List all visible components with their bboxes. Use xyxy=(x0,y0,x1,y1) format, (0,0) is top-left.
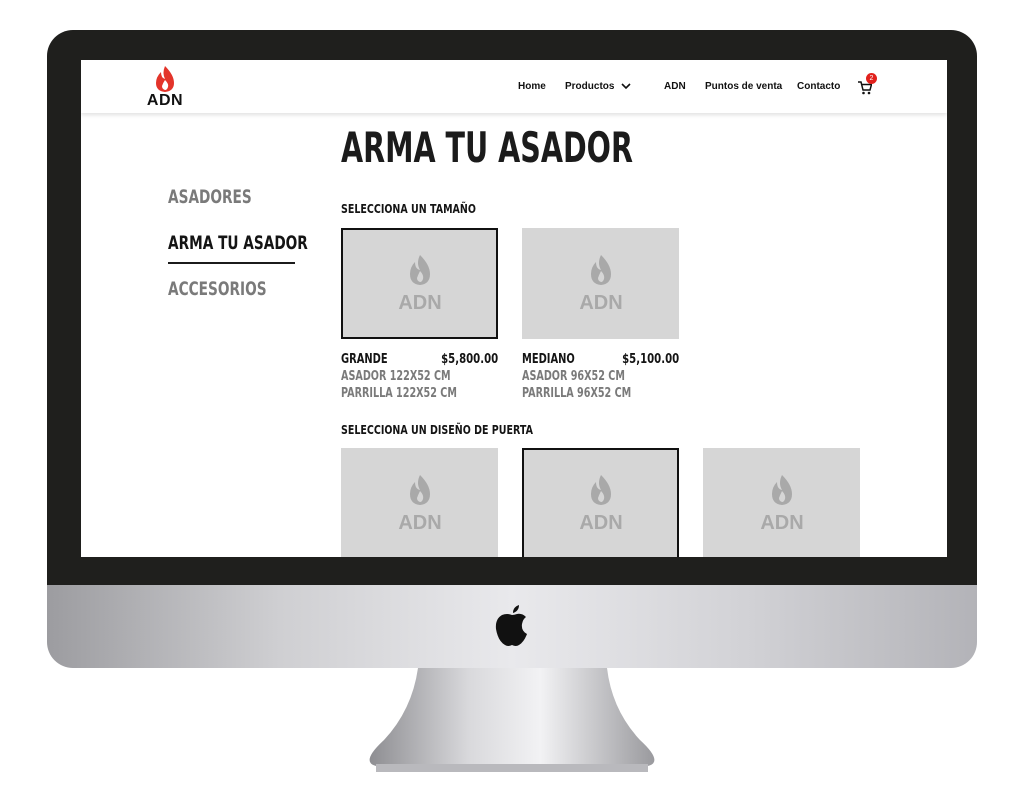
size-desc-grande-asador: ASADOR 122X52 CM xyxy=(341,369,451,384)
cart-button[interactable]: 2 xyxy=(857,73,881,98)
size-section-heading: SELECCIONA UN TAMAÑO xyxy=(341,201,476,216)
sidebar-item-accesorios[interactable]: ACCESORIOS xyxy=(168,278,267,300)
door-option-3[interactable]: ADN xyxy=(703,448,860,557)
apple-logo-icon xyxy=(495,605,527,646)
brand-logo[interactable]: ADN xyxy=(143,64,187,110)
adn-placeholder-icon: ADN xyxy=(579,474,622,534)
door-option-1[interactable]: ADN xyxy=(341,448,498,557)
nav-adn[interactable]: ADN xyxy=(664,81,686,92)
cart-count-badge: 2 xyxy=(866,73,877,84)
sidebar-item-arma-tu-asador[interactable]: ARMA TU ASADOR xyxy=(168,232,308,254)
size-desc-mediano-parrilla: PARRILLA 96X52 CM xyxy=(522,386,632,401)
browser-viewport: ADN Home Productos ADN Puntos de venta C… xyxy=(81,60,947,557)
size-option-mediano[interactable]: ADN xyxy=(522,228,679,339)
monitor-chin xyxy=(47,585,977,668)
size-desc-mediano-asador: ASADOR 96X52 CM xyxy=(522,369,625,384)
adn-placeholder-icon: ADN xyxy=(398,474,441,534)
chevron-down-icon[interactable] xyxy=(621,83,631,91)
size-name-mediano: MEDIANO xyxy=(522,352,575,367)
adn-placeholder-icon: ADN xyxy=(398,254,441,314)
brand-name: ADN xyxy=(146,92,184,109)
active-underline xyxy=(168,262,295,264)
door-section-heading: SELECCIONA UN DISEÑO DE PUERTA xyxy=(341,422,533,437)
nav-productos[interactable]: Productos xyxy=(565,81,614,92)
size-price-grande: $5,800.00 xyxy=(440,352,498,367)
nav-puntos-de-venta[interactable]: Puntos de venta xyxy=(705,81,782,92)
size-option-grande[interactable]: ADN xyxy=(341,228,498,339)
size-price-mediano: $5,100.00 xyxy=(621,352,679,367)
size-desc-grande-parrilla: PARRILLA 122X52 CM xyxy=(341,386,457,401)
svg-text:ADN: ADN xyxy=(398,292,441,314)
size-name-grande: GRANDE xyxy=(341,352,388,367)
svg-text:ADN: ADN xyxy=(579,512,622,534)
adn-placeholder-icon: ADN xyxy=(760,474,803,534)
adn-placeholder-icon: ADN xyxy=(579,254,622,314)
flame-logo-icon xyxy=(156,66,174,92)
nav-contacto[interactable]: Contacto xyxy=(797,81,840,92)
page-title: ARMA TU ASADOR xyxy=(341,123,633,172)
svg-text:ADN: ADN xyxy=(398,512,441,534)
sidebar-item-asadores[interactable]: ASADORES xyxy=(168,186,252,208)
door-option-2[interactable]: ADN xyxy=(522,448,679,557)
svg-text:ADN: ADN xyxy=(579,292,622,314)
nav-home[interactable]: Home xyxy=(518,81,546,92)
top-navbar: ADN Home Productos ADN Puntos de venta C… xyxy=(81,60,947,113)
svg-text:ADN: ADN xyxy=(760,512,803,534)
